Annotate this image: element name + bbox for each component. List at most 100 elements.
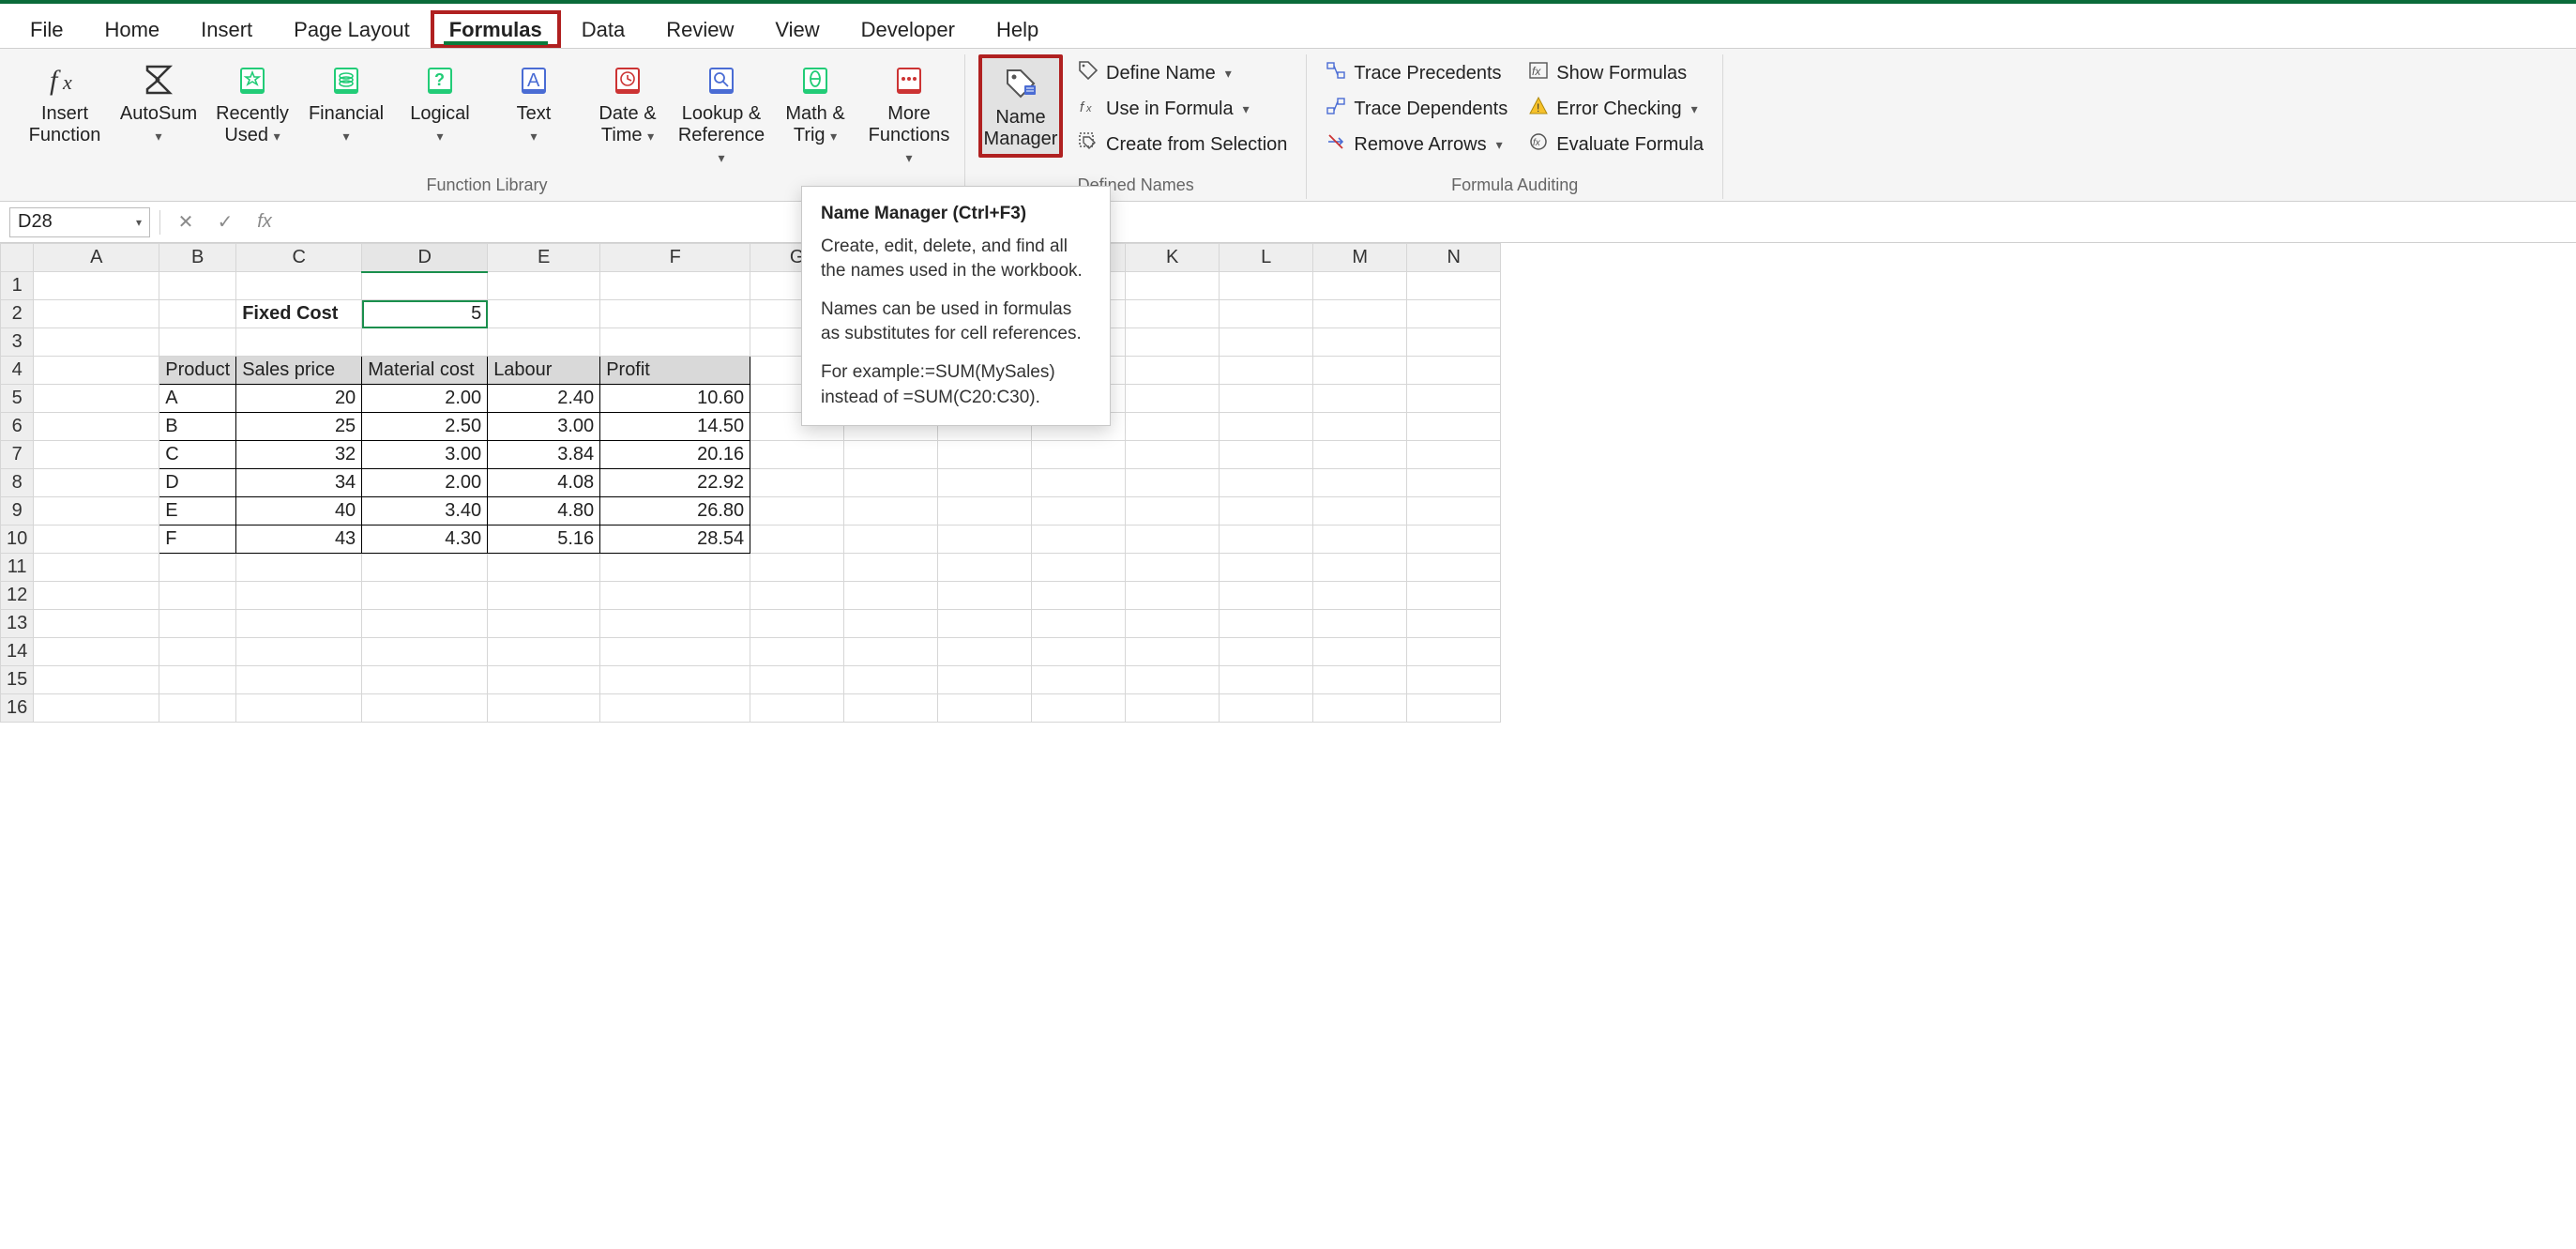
cell-L9[interactable] [1220,497,1313,525]
row-header-12[interactable]: 12 [1,582,34,610]
cell-J9[interactable] [1032,497,1126,525]
cell-B9[interactable]: E [159,497,236,525]
cell-K13[interactable] [1126,610,1220,638]
cell-C12[interactable] [236,582,362,610]
col-header-E[interactable]: E [488,244,600,272]
cell-N1[interactable] [1407,272,1501,300]
cell-M12[interactable] [1313,582,1407,610]
row-header-11[interactable]: 11 [1,554,34,582]
cell-M9[interactable] [1313,497,1407,525]
cell-E2[interactable] [488,300,600,328]
logical-button[interactable]: ? Logical▾ [398,54,482,150]
cell-L7[interactable] [1220,441,1313,469]
create-from-selection-button[interactable]: Create from Selection [1072,129,1293,160]
cancel-formula-button[interactable]: ✕ [170,207,202,237]
cell-M15[interactable] [1313,666,1407,694]
use-in-formula-button[interactable]: fx Use in Formula▾ [1072,94,1293,124]
tab-developer[interactable]: Developer [841,10,976,48]
col-header-C[interactable]: C [236,244,362,272]
cell-M4[interactable] [1313,357,1407,385]
cell-L2[interactable] [1220,300,1313,328]
cell-G16[interactable] [750,694,844,723]
cell-J15[interactable] [1032,666,1126,694]
cell-F5[interactable]: 10.60 [600,385,750,413]
cell-M5[interactable] [1313,385,1407,413]
cell-D11[interactable] [362,554,488,582]
col-header-K[interactable]: K [1126,244,1220,272]
show-formulas-button[interactable]: fx Show Formulas [1523,58,1709,88]
row-header-5[interactable]: 5 [1,385,34,413]
cell-F12[interactable] [600,582,750,610]
cell-A5[interactable] [34,385,159,413]
row-header-13[interactable]: 13 [1,610,34,638]
cell-L6[interactable] [1220,413,1313,441]
recently-used-button[interactable]: RecentlyUsed ▾ [210,54,295,150]
cell-C7[interactable]: 32 [236,441,362,469]
autosum-button[interactable]: AutoSum▾ [116,54,201,150]
cell-N12[interactable] [1407,582,1501,610]
cell-E3[interactable] [488,328,600,357]
cell-G10[interactable] [750,525,844,554]
cell-C10[interactable]: 43 [236,525,362,554]
cell-J14[interactable] [1032,638,1126,666]
tab-file[interactable]: File [9,10,83,48]
sheet-table[interactable]: A B C D E F G H I J K L M N 12Fixed Cost… [0,243,1501,723]
row-header-14[interactable]: 14 [1,638,34,666]
tab-page-layout[interactable]: Page Layout [273,10,431,48]
cell-G11[interactable] [750,554,844,582]
cell-B10[interactable]: F [159,525,236,554]
cell-D9[interactable]: 3.40 [362,497,488,525]
cell-J10[interactable] [1032,525,1126,554]
more-functions-button[interactable]: MoreFunctions ▾ [867,54,951,172]
cell-B1[interactable] [159,272,236,300]
col-header-N[interactable]: N [1407,244,1501,272]
col-header-D[interactable]: D [362,244,488,272]
cell-J7[interactable] [1032,441,1126,469]
col-header-A[interactable]: A [34,244,159,272]
enter-formula-button[interactable]: ✓ [209,207,241,237]
cell-K7[interactable] [1126,441,1220,469]
cell-A2[interactable] [34,300,159,328]
cell-N4[interactable] [1407,357,1501,385]
cell-N5[interactable] [1407,385,1501,413]
cell-M16[interactable] [1313,694,1407,723]
cell-L1[interactable] [1220,272,1313,300]
cell-M11[interactable] [1313,554,1407,582]
name-manager-button[interactable]: NameManager [978,54,1063,158]
cell-J13[interactable] [1032,610,1126,638]
cell-D5[interactable]: 2.00 [362,385,488,413]
cell-E16[interactable] [488,694,600,723]
cell-B14[interactable] [159,638,236,666]
row-header-1[interactable]: 1 [1,272,34,300]
cell-K16[interactable] [1126,694,1220,723]
cell-C15[interactable] [236,666,362,694]
row-header-3[interactable]: 3 [1,328,34,357]
tab-home[interactable]: Home [83,10,180,48]
cell-D14[interactable] [362,638,488,666]
cell-B13[interactable] [159,610,236,638]
cell-N16[interactable] [1407,694,1501,723]
cell-E8[interactable]: 4.08 [488,469,600,497]
cell-L13[interactable] [1220,610,1313,638]
col-header-F[interactable]: F [600,244,750,272]
cell-D15[interactable] [362,666,488,694]
cell-L11[interactable] [1220,554,1313,582]
cell-N9[interactable] [1407,497,1501,525]
cell-B5[interactable]: A [159,385,236,413]
cell-A12[interactable] [34,582,159,610]
cell-N7[interactable] [1407,441,1501,469]
cell-M7[interactable] [1313,441,1407,469]
cell-A15[interactable] [34,666,159,694]
cell-F4[interactable]: Profit [600,357,750,385]
cell-L5[interactable] [1220,385,1313,413]
cell-D10[interactable]: 4.30 [362,525,488,554]
cell-M8[interactable] [1313,469,1407,497]
cell-K15[interactable] [1126,666,1220,694]
cell-F6[interactable]: 14.50 [600,413,750,441]
tab-insert[interactable]: Insert [180,10,273,48]
define-name-button[interactable]: Define Name▾ [1072,58,1293,88]
remove-arrows-button[interactable]: Remove Arrows▾ [1320,129,1513,160]
cell-C2[interactable]: Fixed Cost [236,300,362,328]
cell-D8[interactable]: 2.00 [362,469,488,497]
cell-L4[interactable] [1220,357,1313,385]
